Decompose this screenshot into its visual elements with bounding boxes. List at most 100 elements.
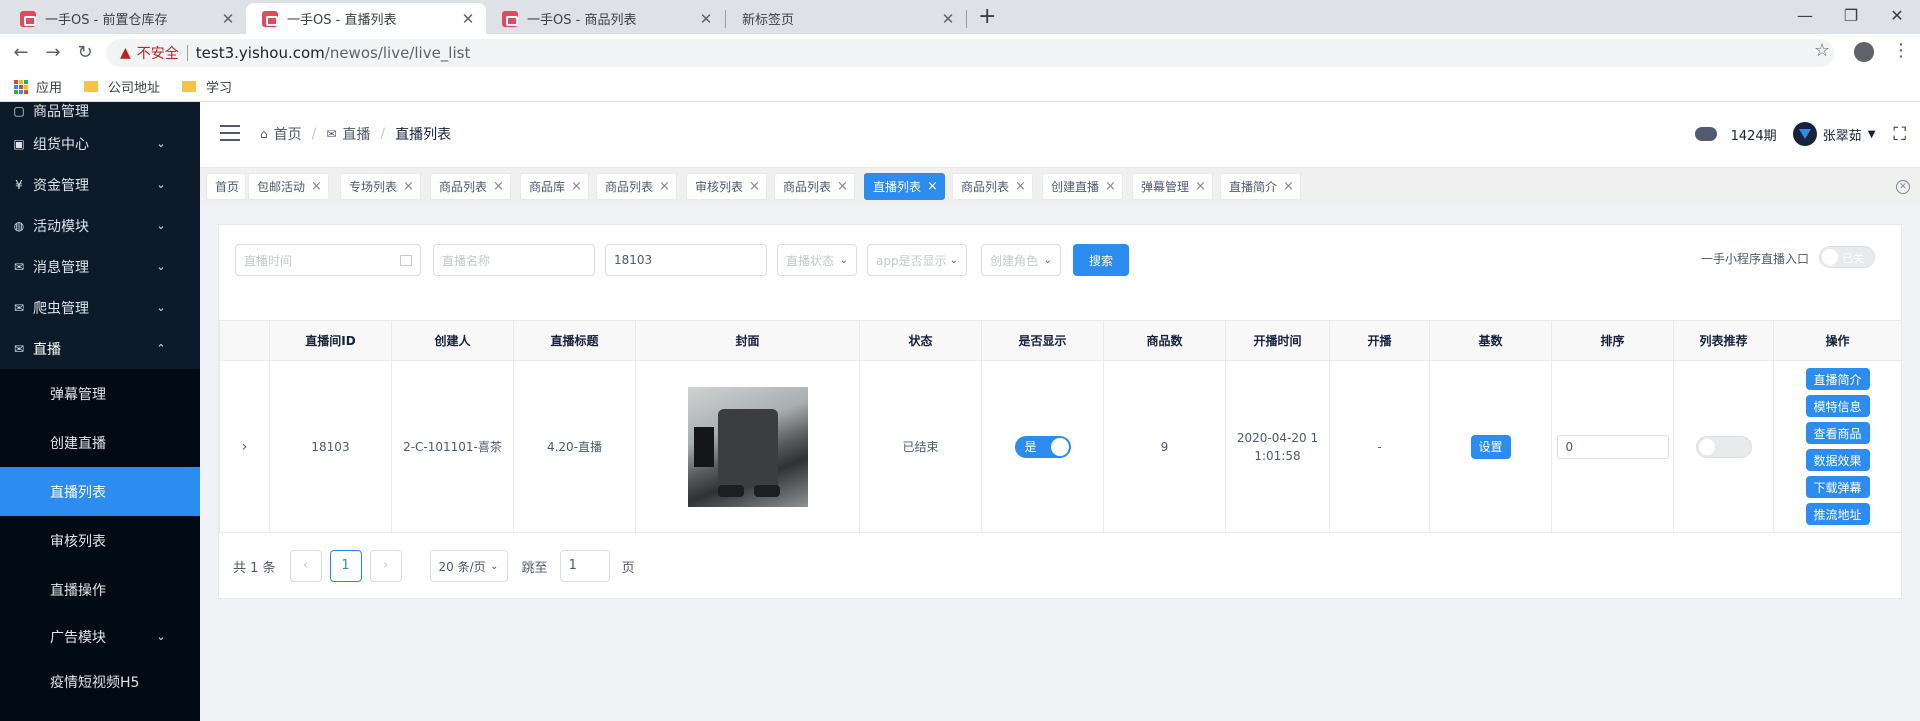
restore-icon[interactable]: ❐	[1828, 2, 1874, 30]
sidebar-subitem-danmaku[interactable]: 弹幕管理	[0, 369, 200, 418]
page-number[interactable]: 1	[329, 550, 362, 582]
period-label: 1424期	[1730, 128, 1777, 144]
browser-tab-active[interactable]: 一手OS - 直播列表 ✕	[246, 3, 486, 34]
close-icon[interactable]: ✕	[940, 10, 956, 28]
view-goods-button[interactable]: 查看商品	[1805, 422, 1870, 444]
bookmark-folder[interactable]: 公司地址	[84, 77, 160, 96]
close-icon[interactable]: ×	[403, 179, 414, 194]
close-icon[interactable]: ×	[749, 179, 760, 194]
live-table: 直播间ID 创建人 直播标题 封面 状态 是否显示 商品数 开播时间 开播 基数…	[219, 320, 1902, 533]
profile-avatar-icon[interactable]	[1854, 42, 1874, 62]
url-input[interactable]: ▲ 不安全 test3.yishou.com /newos/live/live_…	[106, 39, 1834, 67]
sidebar-item-epidemic-video[interactable]: 疫情短视频H5	[0, 659, 200, 704]
more-menu-icon[interactable]: ⋮	[1892, 40, 1910, 61]
show-toggle[interactable]: 是	[1014, 435, 1071, 458]
new-tab-icon[interactable]: +	[978, 4, 996, 29]
back-icon[interactable]: ←	[8, 40, 34, 66]
next-page-icon[interactable]: ›	[369, 550, 402, 582]
sidebar-item-label: 广告模块	[50, 629, 106, 646]
stream-url-button[interactable]: 推流地址	[1805, 503, 1870, 525]
sidebar-item-label: 资金管理	[33, 177, 89, 194]
close-icon[interactable]: ×	[571, 179, 582, 194]
reload-icon[interactable]: ↻	[72, 40, 98, 66]
chevron-down-icon: ⌄	[156, 219, 166, 232]
tag-item[interactable]: 商品列表 ×	[430, 173, 511, 200]
sidebar-subitem-live-ops[interactable]: 直播操作	[0, 565, 200, 614]
close-icon[interactable]: ×	[311, 179, 322, 194]
sort-input[interactable]: 0	[1556, 434, 1669, 459]
mini-program-entry-switch[interactable]: 已关	[1819, 246, 1875, 268]
tag-item-active[interactable]: 直播列表 ×	[864, 173, 945, 200]
cloud-download-icon[interactable]	[1694, 127, 1717, 141]
app-show-select[interactable]: app是否显示 ⌄	[867, 244, 967, 276]
expand-row-icon[interactable]: ›	[242, 439, 248, 455]
tag-item[interactable]: 包邮活动 ×	[248, 173, 329, 200]
close-icon[interactable]: ×	[493, 179, 504, 194]
live-time-picker[interactable]: 直播时间	[235, 244, 421, 276]
close-icon[interactable]: ✕	[460, 10, 476, 28]
close-icon[interactable]: ×	[1195, 179, 1206, 194]
cover-image[interactable]	[687, 386, 808, 507]
tag-item[interactable]: 商品列表 ×	[774, 173, 855, 200]
sidebar-item-ads[interactable]: 广告模块 ⌄	[0, 614, 200, 659]
page-size-select[interactable]: 20 条/页 ⌄	[429, 550, 508, 582]
tag-item[interactable]: 审核列表 ×	[686, 173, 767, 200]
caret-down-icon[interactable]: ▼	[1868, 129, 1876, 140]
close-icon[interactable]: ×	[1283, 179, 1294, 194]
sidebar-item-activity[interactable]: ◍ 活动模块 ⌄	[0, 205, 200, 246]
live-name-input[interactable]: 直播名称	[433, 244, 595, 276]
download-danmaku-button[interactable]: 下载弹幕	[1805, 476, 1870, 498]
close-icon[interactable]: ×	[837, 179, 848, 194]
tag-item[interactable]: 直播简介 ×	[1220, 173, 1301, 200]
room-id-input[interactable]: 18103	[605, 244, 767, 276]
set-base-button[interactable]: 设置	[1470, 434, 1511, 459]
bookmark-star-icon[interactable]: ☆	[1814, 40, 1830, 61]
model-info-button[interactable]: 模特信息	[1805, 395, 1870, 417]
forward-icon[interactable]: →	[40, 40, 66, 66]
data-effect-button[interactable]: 数据效果	[1805, 449, 1870, 471]
username[interactable]: 张翠茹	[1823, 125, 1862, 144]
minimize-icon[interactable]: —	[1782, 2, 1828, 30]
sidebar-subitem-create-live[interactable]: 创建直播	[0, 418, 200, 467]
creator-role-select[interactable]: 创建角色 ⌄	[981, 244, 1061, 276]
sidebar-item-funds[interactable]: ¥ 资金管理 ⌄	[0, 164, 200, 205]
sidebar-item-crawler[interactable]: ✉ 爬虫管理 ⌄	[0, 287, 200, 328]
browser-tab[interactable]: 新标签页 ✕	[726, 3, 966, 34]
browser-tab[interactable]: 一手OS - 前置仓库存 ✕	[4, 3, 246, 34]
close-icon[interactable]: ×	[927, 179, 938, 194]
tag-label: 弹幕管理	[1141, 180, 1190, 194]
close-icon[interactable]: ×	[1015, 179, 1026, 194]
tag-item[interactable]: 弹幕管理 ×	[1132, 173, 1213, 200]
sidebar-item-group-center[interactable]: ▣ 组货中心 ⌄	[0, 123, 200, 164]
menu-toggle-icon[interactable]	[220, 125, 240, 141]
tag-item[interactable]: 商品库 ×	[520, 173, 589, 200]
bookmark-folder[interactable]: 学习	[182, 77, 232, 96]
search-button[interactable]: 搜索	[1073, 244, 1129, 276]
jump-input[interactable]: 1	[559, 550, 610, 582]
sidebar-item-live[interactable]: ✉ 直播 ⌃	[0, 328, 200, 369]
live-intro-button[interactable]: 直播简介	[1805, 368, 1870, 390]
tag-item[interactable]: 商品列表 ×	[596, 173, 677, 200]
close-icon[interactable]: ✕	[698, 10, 714, 28]
close-icon[interactable]: ✕	[220, 10, 236, 28]
breadcrumb-home[interactable]: 首页	[274, 124, 302, 144]
avatar[interactable]	[1792, 122, 1817, 146]
close-icon[interactable]: ×	[659, 179, 670, 194]
sidebar-subitem-live-list[interactable]: 直播列表	[0, 467, 200, 516]
live-status-select[interactable]: 直播状态 ⌄	[777, 244, 857, 276]
recommend-toggle[interactable]	[1695, 435, 1752, 458]
tag-item[interactable]: 专场列表 ×	[340, 173, 421, 200]
tag-item[interactable]: 创建直播 ×	[1042, 173, 1123, 200]
close-all-tags-icon[interactable]: ✕	[1896, 180, 1910, 194]
fullscreen-icon[interactable]: ⛶	[1893, 124, 1906, 145]
tag-item[interactable]: 商品列表 ×	[952, 173, 1033, 200]
close-icon[interactable]: ×	[1105, 179, 1116, 194]
sidebar-item-messages[interactable]: ✉ 消息管理 ⌄	[0, 246, 200, 287]
bookmark-apps[interactable]: 应用	[14, 77, 62, 96]
prev-page-icon[interactable]: ‹	[289, 550, 322, 582]
window-close-icon[interactable]: ✕	[1874, 2, 1920, 30]
tag-home[interactable]: 首页	[206, 173, 247, 200]
browser-tab[interactable]: 一手OS - 商品列表 ✕	[486, 3, 724, 34]
breadcrumb-live[interactable]: 直播	[342, 124, 370, 144]
sidebar-subitem-review-list[interactable]: 审核列表	[0, 516, 200, 565]
